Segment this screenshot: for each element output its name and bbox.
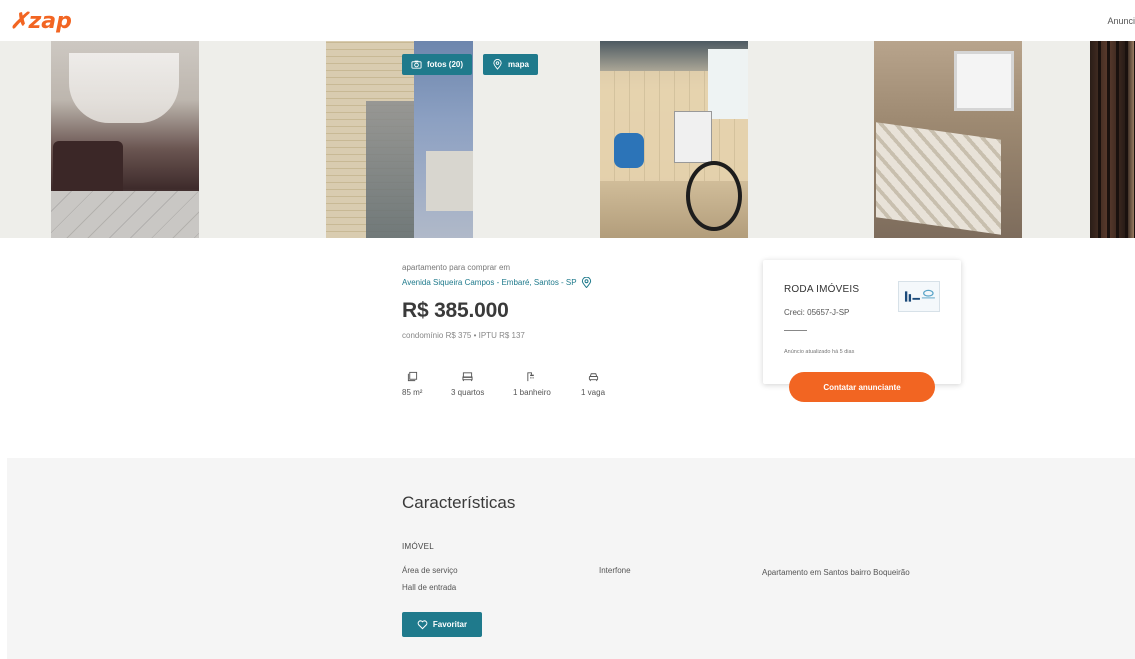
- gallery-photo-bedroom[interactable]: [874, 41, 1022, 238]
- map-button[interactable]: mapa: [483, 54, 538, 75]
- agency-name[interactable]: RODA IMÓVEIS: [784, 284, 859, 295]
- amenity-area: 85 m²: [402, 371, 422, 397]
- bed-icon: [462, 372, 473, 382]
- map-button-label: mapa: [508, 60, 529, 69]
- address-text: Avenida Siqueira Campos - Embaré, Santos…: [402, 278, 577, 287]
- amenity-bedrooms-label: 3 quartos: [451, 388, 485, 397]
- listing-updated: Anúncio atualizado há 5 dias: [784, 349, 855, 355]
- camera-icon: [411, 60, 422, 69]
- feature-item: Área de serviço: [402, 566, 458, 575]
- heart-icon: [417, 620, 428, 630]
- car-icon: [588, 373, 598, 382]
- amenity-bathrooms: 1 banheiro: [513, 371, 551, 397]
- agency-logo-icon: [904, 289, 935, 302]
- top-header: ✗ zap Anunci: [0, 0, 1135, 41]
- gallery-photo-laundry[interactable]: [600, 41, 748, 238]
- shower-icon: [527, 372, 535, 382]
- gallery-photo-door[interactable]: [1090, 41, 1135, 238]
- photo-gallery[interactable]: [0, 41, 1135, 238]
- advertiser-card: RODA IMÓVEIS Creci: 05657-J-SP Anúncio a…: [763, 260, 961, 384]
- listing-description: Apartamento em Santos bairro Boqueirão: [762, 568, 910, 577]
- photos-button[interactable]: fotos (20): [402, 54, 472, 75]
- zap-logo[interactable]: ✗ zap: [10, 8, 72, 34]
- anunciar-link[interactable]: Anunci: [1107, 16, 1135, 26]
- listing-address[interactable]: Avenida Siqueira Campos - Embaré, Santos…: [402, 277, 732, 288]
- features-title: Características: [402, 493, 516, 512]
- divider: [784, 330, 807, 331]
- gallery-photo-living-room[interactable]: [51, 41, 199, 238]
- amenity-area-label: 85 m²: [402, 388, 423, 397]
- location-pin-icon: [581, 277, 591, 288]
- amenity-parking: 1 vaga: [581, 371, 605, 397]
- feature-item: Interfone: [599, 566, 631, 575]
- features-category: IMÓVEL: [402, 542, 435, 551]
- logo-text: zap: [28, 8, 72, 34]
- favorite-button-label: Favoritar: [432, 620, 468, 629]
- favorite-button[interactable]: Favoritar: [402, 612, 482, 637]
- area-icon: [407, 371, 417, 382]
- listing-kind: apartamento para comprar em: [402, 263, 511, 272]
- listing-price: R$ 385.000: [402, 299, 509, 322]
- amenity-bedrooms: 3 quartos: [451, 371, 484, 397]
- amenity-bathrooms-label: 1 banheiro: [513, 388, 551, 397]
- agency-logo[interactable]: [898, 281, 940, 312]
- listing-info: apartamento para comprar em Avenida Siqu…: [402, 263, 732, 397]
- agency-creci: Creci: 05657-J-SP: [784, 308, 850, 317]
- map-pin-icon: [493, 59, 502, 70]
- photos-button-label: fotos (20): [427, 60, 463, 69]
- features-section: Características IMÓVEL Área de serviço H…: [7, 458, 1135, 659]
- amenity-parking-label: 1 vaga: [581, 388, 606, 397]
- feature-item: Hall de entrada: [402, 583, 457, 592]
- logo-mark-icon: ✗: [10, 8, 29, 33]
- contact-advertiser-button[interactable]: Contatar anunciante: [789, 372, 935, 402]
- listing-fees: condomínio R$ 375 • IPTU R$ 137: [402, 331, 525, 340]
